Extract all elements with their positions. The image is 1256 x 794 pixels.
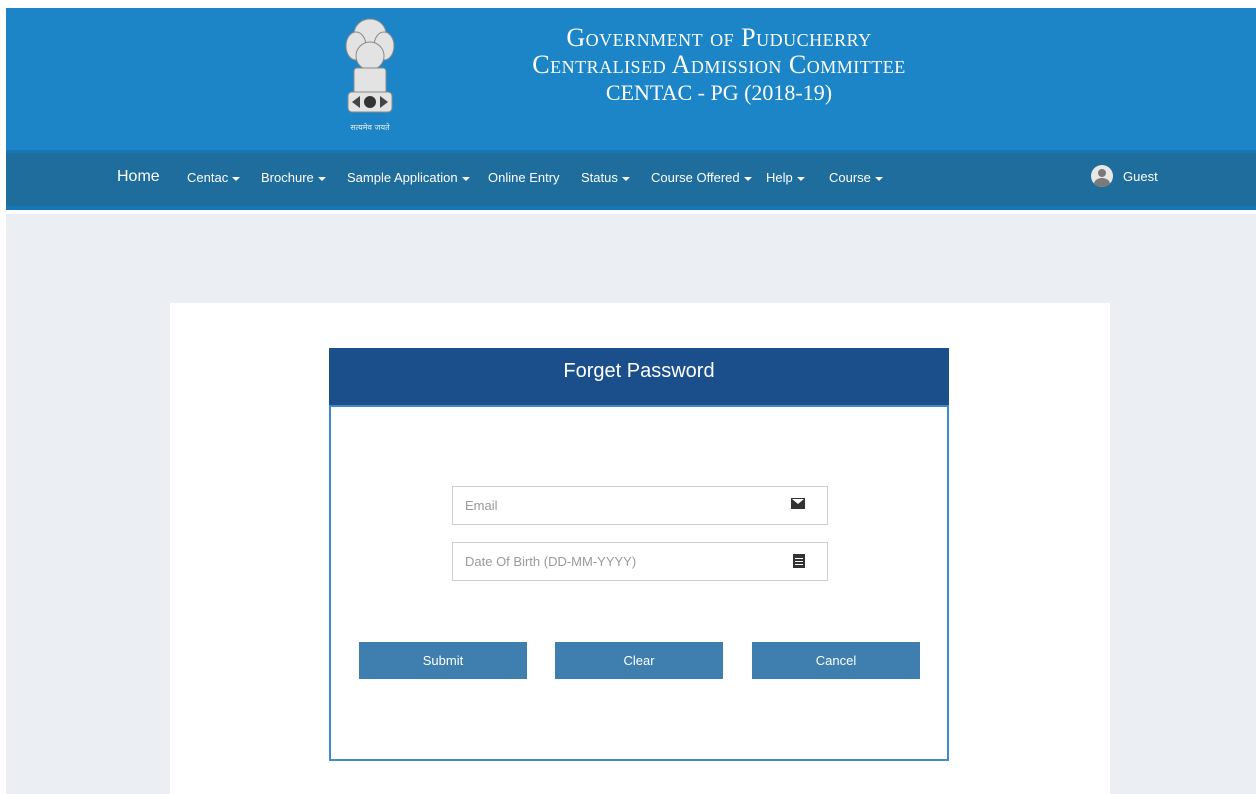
nav-course-label: Course	[829, 170, 871, 185]
dob-field	[452, 542, 828, 581]
nav-brochure-label: Brochure	[261, 170, 314, 185]
caret-down-icon	[743, 176, 752, 181]
caret-down-icon	[317, 176, 326, 181]
envelope-icon	[791, 498, 805, 509]
header-title-line3: CENTAC - PG (2018-19)	[605, 79, 833, 105]
nav-sample-application[interactable]: Sample Application	[347, 170, 470, 185]
header-title: Government of Puducherry Centralised Adm…	[479, 24, 959, 104]
svg-text:सत्यमेव जयते: सत्यमेव जयते	[350, 122, 390, 132]
nav-centac-label: Centac	[187, 170, 229, 185]
nav-course-offered-label: Course Offered	[651, 170, 740, 185]
nav-centac[interactable]: Centac	[187, 170, 241, 185]
nav-home[interactable]: Home	[117, 168, 160, 186]
caret-down-icon	[461, 176, 470, 181]
nav-online-entry[interactable]: Online Entry	[488, 170, 560, 185]
caret-down-icon	[874, 176, 883, 181]
nav-help[interactable]: Help	[766, 170, 805, 185]
nav-course-offered[interactable]: Course Offered	[651, 170, 752, 185]
form-title-bar: Forget Password	[329, 348, 949, 406]
main-navbar: Home Centac Brochure Sample Application …	[6, 150, 1256, 210]
header-title-line1: Government of Puducherry	[566, 23, 872, 52]
caret-down-icon	[232, 176, 241, 181]
national-emblem-logo: सत्यमेव जयते	[345, 18, 395, 132]
nav-status[interactable]: Status	[581, 170, 630, 185]
clear-button[interactable]: Clear	[555, 642, 723, 679]
caret-down-icon	[621, 176, 630, 181]
email-input[interactable]	[453, 487, 773, 524]
submit-button[interactable]: Submit	[359, 642, 527, 679]
nav-brochure[interactable]: Brochure	[261, 170, 326, 185]
nav-sample-application-label: Sample Application	[347, 170, 458, 185]
nav-online-entry-label: Online Entry	[488, 170, 560, 185]
cancel-label: Cancel	[815, 653, 857, 668]
nav-status-label: Status	[581, 170, 618, 185]
user-name: Guest	[1123, 168, 1158, 184]
dob-input[interactable]	[453, 543, 773, 580]
caret-down-icon	[796, 176, 805, 181]
user-avatar-icon	[1091, 165, 1113, 187]
nav-course[interactable]: Course	[829, 170, 883, 185]
clear-label: Clear	[623, 653, 655, 668]
form-title: Forget Password	[563, 360, 715, 382]
submit-label: Submit	[422, 653, 464, 668]
header-title-line2: Centralised Admission Committee	[532, 50, 906, 80]
cancel-button[interactable]: Cancel	[752, 642, 920, 679]
calendar-icon	[793, 554, 805, 568]
nav-help-label: Help	[766, 170, 793, 185]
nav-home-label: Home	[117, 168, 160, 185]
form-panel	[329, 405, 949, 761]
email-field	[452, 486, 828, 525]
user-menu[interactable]: Guest	[1091, 165, 1158, 187]
site-header: सत्यमेव जयते Government of Puducherry Ce…	[6, 8, 1256, 150]
